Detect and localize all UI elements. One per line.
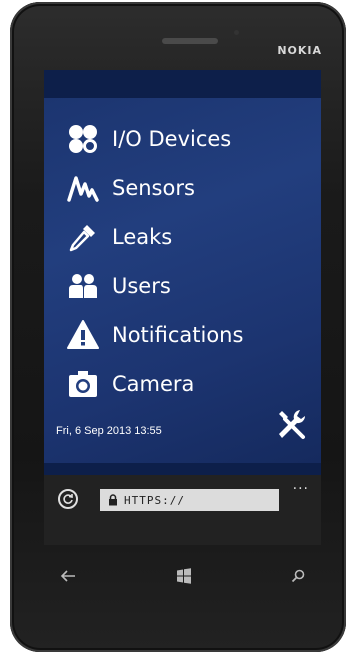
settings-tools-button[interactable] (273, 406, 309, 442)
menu-item-leaks[interactable]: Leaks (66, 212, 243, 261)
lock-icon (109, 494, 117, 506)
front-camera (234, 30, 239, 35)
refresh-icon (63, 494, 73, 504)
search-icon (291, 569, 305, 583)
brand-logo: NOKIA (277, 44, 322, 57)
app-main-panel: I/O Devices Sensors Leaks Users Notifica… (44, 98, 321, 463)
warning-icon (66, 318, 100, 352)
dropper-icon (66, 220, 100, 254)
app-bottom-strip (44, 463, 321, 475)
menu-label-camera: Camera (112, 371, 195, 396)
earpiece-speaker (162, 38, 218, 44)
sensor-wave-icon (66, 171, 100, 205)
status-datetime: Fri, 6 Sep 2013 13:55 (56, 425, 162, 437)
back-arrow-icon (60, 570, 75, 582)
menu-label-notifications: Notifications (112, 322, 244, 347)
users-icon (66, 269, 100, 303)
io-devices-icon (66, 122, 100, 156)
url-field[interactable]: HTTPS:// (100, 489, 279, 511)
menu-item-sensors[interactable]: Sensors (66, 163, 243, 212)
back-button[interactable] (58, 566, 78, 586)
url-text: HTTPS:// (124, 493, 185, 507)
search-button[interactable] (288, 566, 308, 586)
menu-item-io-devices[interactable]: I/O Devices (66, 114, 243, 163)
refresh-button[interactable] (58, 489, 78, 509)
tools-icon (279, 410, 306, 439)
start-button[interactable] (174, 566, 194, 586)
hardware-nav-bar (44, 556, 321, 596)
more-options-button[interactable]: ... (293, 477, 309, 493)
menu-item-users[interactable]: Users (66, 261, 243, 310)
menu-item-camera[interactable]: Camera (66, 359, 243, 408)
menu-label-users: Users (112, 273, 171, 298)
menu-label-io-devices: I/O Devices (112, 126, 232, 151)
menu-item-notifications[interactable]: Notifications (66, 310, 243, 359)
app-top-bar (44, 70, 321, 98)
phone-screen: I/O Devices Sensors Leaks Users Notifica… (44, 70, 321, 545)
main-menu: I/O Devices Sensors Leaks Users Notifica… (66, 114, 243, 408)
menu-label-leaks: Leaks (112, 224, 173, 249)
windows-logo-icon (177, 568, 191, 584)
camera-icon (66, 367, 100, 401)
menu-label-sensors: Sensors (112, 175, 195, 200)
browser-address-bar: HTTPS:// ... (44, 475, 321, 545)
